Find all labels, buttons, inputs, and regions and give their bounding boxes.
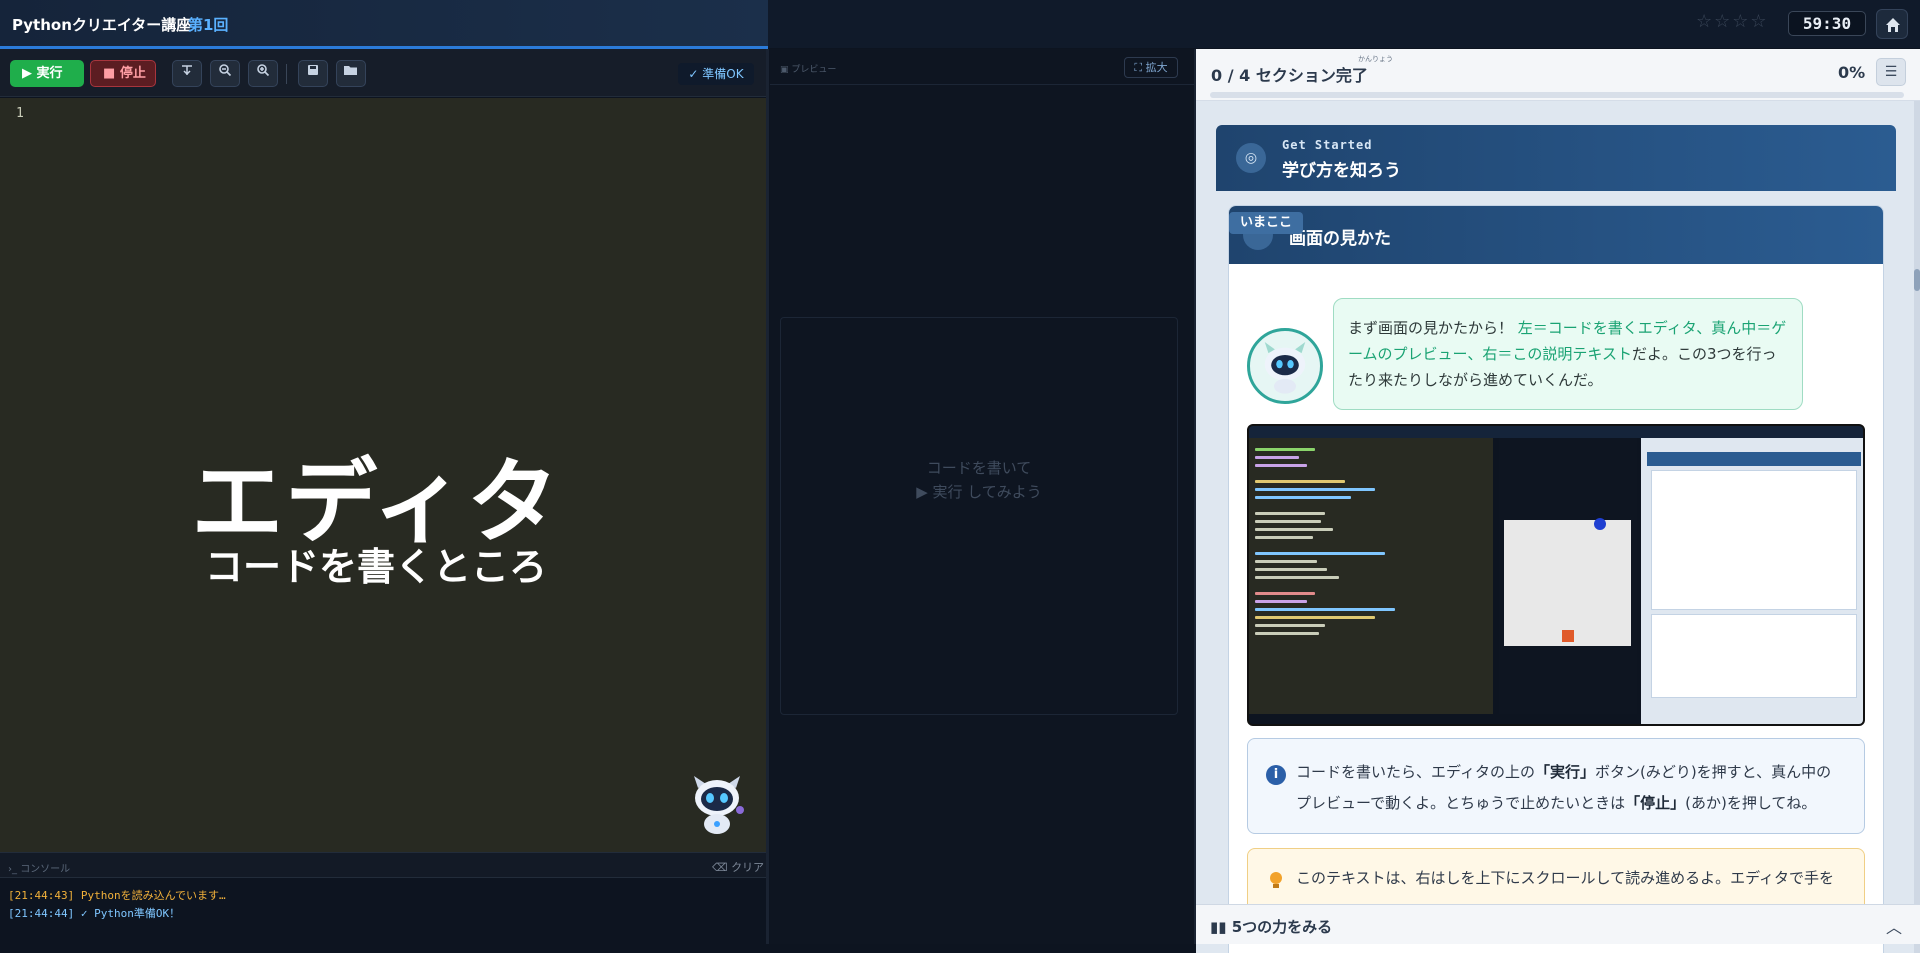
- stop-button[interactable]: ■ 停止: [90, 60, 156, 87]
- mascot-speech-bubble: まず画面の見かたから！ 左＝コードを書くエディタ、真ん中＝ゲームのプレビュー、右…: [1333, 298, 1803, 410]
- lesson-page-card: 画面の見かた いまここ まず画面の見かたから！ 左＝コードを書くエディタ、真ん中…: [1228, 205, 1884, 953]
- stop-icon: ■: [103, 66, 120, 81]
- five-powers-label: ▮▮ 5つの力をみる: [1210, 918, 1333, 936]
- save-icon: [308, 65, 318, 75]
- lesson-scrollbar[interactable]: [1914, 101, 1920, 953]
- menu-button[interactable]: ☰: [1876, 58, 1906, 86]
- screen-layout-screenshot: [1247, 424, 1865, 726]
- console-clear-button[interactable]: ⌫ クリア: [712, 859, 764, 875]
- run-button[interactable]: ▶ 実行: [10, 60, 84, 87]
- progress-bar: [1210, 92, 1904, 98]
- stop-keyword: 「停止」: [1625, 794, 1686, 812]
- robot-mascot-icon: [694, 776, 744, 834]
- console-log-line: [21:44:44] ✓ Python準備OK！: [8, 907, 181, 920]
- compass-icon: ◎: [1236, 143, 1266, 173]
- current-position-badge: いまここ: [1229, 212, 1303, 234]
- top-bar: Pythonクリエイター講座 第1回 ☆☆☆☆ 59:30: [0, 0, 1920, 49]
- format-icon: [182, 65, 192, 76]
- stop-label: 停止: [119, 66, 146, 81]
- terminal-icon: ›_: [8, 864, 21, 875]
- run-keyword: 「実行」: [1534, 763, 1595, 781]
- zoom-in-button[interactable]: [248, 60, 278, 87]
- info-callout: i コードを書いたら、エディタの上の「実行」ボタン(みどり)を押すと、真ん中のプ…: [1247, 738, 1865, 834]
- folder-open-icon: [344, 66, 357, 75]
- rating-stars: ☆☆☆☆: [1696, 11, 1769, 32]
- eraser-icon: ⌫: [712, 861, 732, 874]
- toolbar-divider: [286, 64, 287, 84]
- lesson-scroll-area[interactable]: ◎ Get Started 学び方を知ろう 画面の見かた いまここ まず画面の見…: [1196, 101, 1920, 953]
- preview-hint-line2: ▶ 実行 してみよう: [916, 483, 1042, 501]
- bubble-intro: まず画面の見かたから！: [1348, 319, 1514, 337]
- home-button[interactable]: [1876, 9, 1908, 39]
- chevron-up-icon: ︿: [1886, 918, 1903, 937]
- preview-hint-line1: コードを書いて: [926, 459, 1032, 477]
- zoom-out-icon: [219, 64, 232, 77]
- editor-toolbar: ▶ 実行 ■ 停止 ✓ 準備OK: [0, 49, 766, 97]
- preview-label: ▣ プレビュー: [780, 65, 837, 75]
- app-title: Pythonクリエイター講座: [12, 16, 192, 34]
- tip-text: このテキストは、右はしを上下にスクロールして読み進めるよ。エディタで手を: [1296, 869, 1835, 887]
- zoom-out-button[interactable]: [210, 60, 240, 87]
- section-title: 学び方を知ろう: [1282, 161, 1401, 181]
- format-button[interactable]: [172, 60, 202, 87]
- progress-percent: 0%: [1838, 63, 1866, 82]
- screenshot-topbar: [1249, 426, 1863, 438]
- editor-preview-splitter[interactable]: [766, 49, 769, 944]
- hamburger-icon: ☰: [1884, 64, 1898, 80]
- lesson-panel: かんりょう 0 / 4 セクション完了 0% ☰ ◎ Get Started 学…: [1196, 49, 1920, 953]
- run-label: 実行: [36, 66, 63, 81]
- robot-avatar-icon: [1247, 328, 1323, 404]
- screenshot-editor: [1249, 438, 1493, 714]
- gamepad-icon: ▣: [780, 65, 792, 75]
- expand-icon: ⛶: [1134, 61, 1146, 74]
- ball-shape: [1594, 518, 1606, 530]
- console-label: ›_ コンソール: [8, 864, 71, 875]
- expand-button[interactable]: ⛶ 拡大: [1124, 57, 1178, 78]
- episode-label: 第1回: [188, 16, 229, 34]
- bar-chart-icon: ▮▮: [1210, 918, 1232, 936]
- preview-header: ▣ プレビュー ⛶ 拡大: [770, 49, 1194, 85]
- section-eyebrow: Get Started: [1282, 138, 1373, 152]
- open-file-button[interactable]: [336, 60, 366, 87]
- section-header[interactable]: ◎ Get Started 学び方を知ろう: [1216, 125, 1896, 191]
- preview-panel: ▣ プレビュー ⛶ 拡大 コードを書いて ▶ 実行 してみよう: [770, 49, 1194, 944]
- page-header[interactable]: 画面の見かた いまここ: [1229, 206, 1883, 264]
- progress-header: かんりょう 0 / 4 セクション完了 0% ☰: [1196, 49, 1920, 101]
- screenshot-lesson: [1641, 438, 1863, 724]
- console-log-line: [21:44:43] Pythonを読み込んでいます…: [8, 889, 226, 902]
- game-canvas[interactable]: コードを書いて ▶ 実行 してみよう: [780, 317, 1178, 715]
- section-progress-text: 0 / 4 セクション完了: [1211, 66, 1368, 85]
- console-header: ›_ コンソール ⌫ クリア: [0, 852, 766, 878]
- five-powers-bar[interactable]: ▮▮ 5つの力をみる ︿: [1196, 904, 1920, 944]
- home-icon: [1886, 18, 1900, 32]
- code-editor[interactable]: 1 エディタ コードを書くところ: [0, 98, 766, 852]
- zoom-in-icon: [257, 64, 270, 77]
- page-title: 画面の見かた: [1289, 229, 1391, 249]
- save-button[interactable]: [298, 60, 328, 87]
- info-icon: i: [1266, 765, 1286, 785]
- line-number: 1: [16, 106, 24, 121]
- play-icon: ▶: [22, 66, 37, 81]
- lightbulb-icon: [1270, 872, 1282, 888]
- console-output: [21:44:43] Pythonを読み込んでいます… [21:44:44] ✓…: [0, 878, 766, 944]
- scrollbar-thumb[interactable]: [1914, 269, 1920, 291]
- editor-overlay-subtitle: コードを書くところ: [204, 545, 547, 589]
- player-shape: [1562, 630, 1574, 642]
- ready-status-badge: ✓ 準備OK: [678, 63, 754, 85]
- screenshot-game-canvas: [1504, 518, 1631, 646]
- countdown-timer: 59:30: [1788, 11, 1866, 36]
- screenshot-preview: [1499, 438, 1637, 714]
